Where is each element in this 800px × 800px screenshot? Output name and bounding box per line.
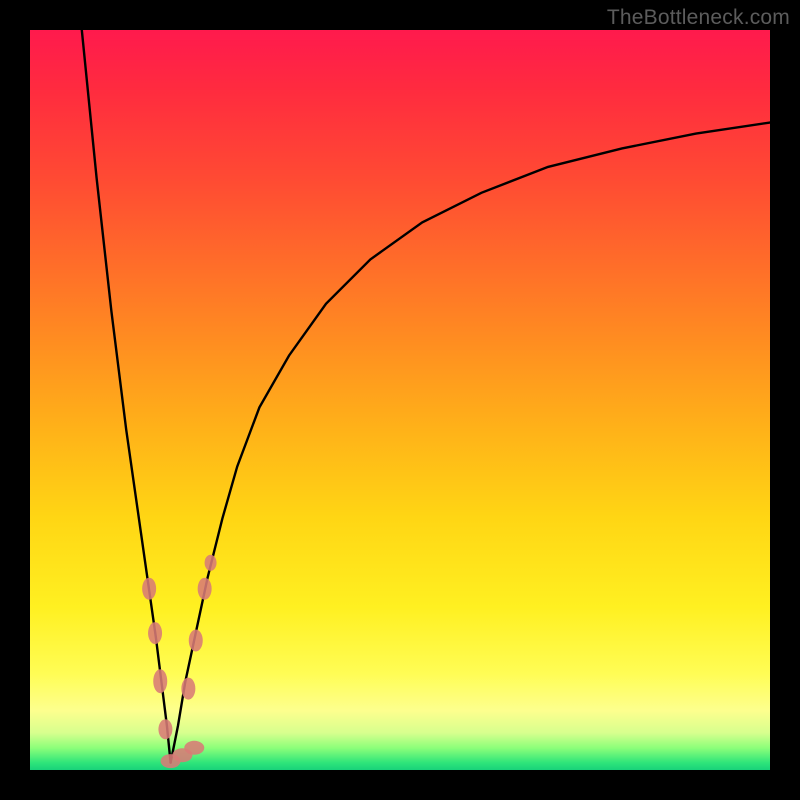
watermark-text: TheBottleneck.com <box>607 6 790 30</box>
chart-frame: TheBottleneck.com <box>0 0 800 800</box>
marker-point <box>153 669 167 693</box>
curve-left-branch <box>82 30 171 763</box>
curves-layer <box>30 30 770 770</box>
marker-point <box>148 622 162 644</box>
marker-point <box>158 719 172 739</box>
marker-point <box>205 555 217 571</box>
marker-point <box>189 630 203 652</box>
marker-point <box>142 578 156 600</box>
curve-right-branch <box>171 123 770 763</box>
marker-point <box>184 741 204 755</box>
plot-area <box>30 30 770 770</box>
marker-point <box>181 678 195 700</box>
marker-point <box>198 578 212 600</box>
